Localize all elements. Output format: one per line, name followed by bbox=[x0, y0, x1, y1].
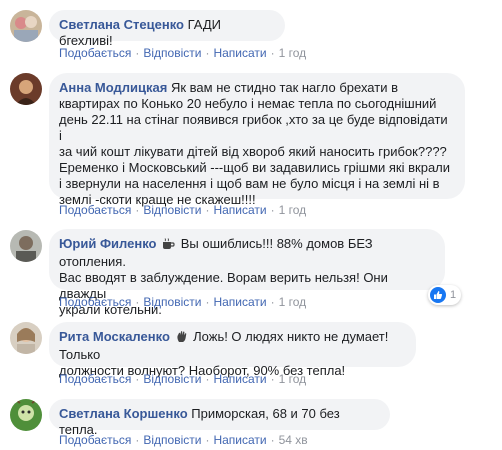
avatar-photo-icon bbox=[10, 73, 42, 105]
comment-author[interactable]: Рита Москаленко bbox=[59, 329, 170, 344]
comment-bubble: Анна Модлицкая Як вам не стидно так нагл… bbox=[49, 73, 465, 207]
like-link[interactable]: Подобається bbox=[59, 372, 131, 386]
avatar[interactable] bbox=[10, 73, 42, 105]
avatar-photo-icon bbox=[10, 230, 42, 262]
avatar-photo-icon bbox=[10, 399, 42, 431]
comment-time[interactable]: 1 год bbox=[279, 46, 307, 60]
avatar[interactable] bbox=[10, 10, 42, 42]
reaction-badge[interactable]: 1 bbox=[428, 285, 462, 305]
comment-time[interactable]: 1 год bbox=[279, 295, 307, 309]
avatar-photo-icon bbox=[10, 10, 42, 42]
comment-bubble: Юрий Филенко Вы ошиблись!!! 88% домов БЕ… bbox=[49, 229, 445, 317]
comment-author[interactable]: Юрий Филенко bbox=[59, 236, 156, 251]
reply-link[interactable]: Відповісти bbox=[143, 203, 201, 217]
coffee-cup-icon bbox=[162, 238, 175, 254]
like-link[interactable]: Подобається bbox=[59, 295, 131, 309]
reply-link[interactable]: Відповісти bbox=[143, 46, 201, 60]
reply-link[interactable]: Відповісти bbox=[143, 372, 201, 386]
comment-text-line: Як вам не стидно так нагло брехати в bbox=[167, 80, 398, 95]
like-link[interactable]: Подобається bbox=[59, 203, 131, 217]
avatar[interactable] bbox=[10, 230, 42, 262]
write-link[interactable]: Написати bbox=[213, 372, 266, 386]
comment-time[interactable]: 1 год bbox=[279, 372, 307, 386]
comment-author[interactable]: Анна Модлицкая bbox=[59, 80, 167, 95]
comment-actions: Подобається · Відповісти · Написати · 1 год bbox=[59, 203, 307, 217]
like-link[interactable]: Подобається bbox=[59, 46, 131, 60]
reaction-count: 1 bbox=[450, 289, 457, 301]
comment-bubble: Светлана Коршенко Приморская, 68 и 70 бе… bbox=[49, 399, 390, 437]
comment-time[interactable]: 54 хв bbox=[279, 433, 308, 447]
write-link[interactable]: Написати bbox=[213, 46, 266, 60]
comment-bubble: Светлана Стеценко ГАДИ бгехливі! bbox=[49, 10, 285, 48]
comment-text-line: квартирах по Конько 20 небуло і немає те… bbox=[59, 96, 437, 111]
comment-actions: Подобається · Відповісти · Написати · 1 год bbox=[59, 372, 307, 386]
comment-text-line: і звернули на населення і щоб вам не бул… bbox=[59, 176, 440, 191]
comment-bubble: Рита Москаленко Ложь! О людях никто не д… bbox=[49, 322, 416, 378]
avatar[interactable] bbox=[10, 322, 42, 354]
reply-link[interactable]: Відповісти bbox=[143, 433, 201, 447]
like-icon bbox=[430, 287, 446, 303]
comment-actions: Подобається · Відповісти · Написати · 1 год bbox=[59, 295, 307, 309]
comment-actions: Подобається · Відповісти · Написати · 1 год bbox=[59, 46, 307, 60]
comment-text-line: за чий кошт лікувати дітей від хвороб як… bbox=[59, 144, 447, 159]
write-link[interactable]: Написати bbox=[213, 433, 266, 447]
comment-text-line: Еременко і Московський ---щоб ви задавил… bbox=[59, 160, 451, 175]
waving-hand-icon bbox=[176, 330, 188, 347]
reply-link[interactable]: Відповісти bbox=[143, 295, 201, 309]
like-link[interactable]: Подобається bbox=[59, 433, 131, 447]
comment-author[interactable]: Светлана Коршенко bbox=[59, 406, 188, 421]
comment-time[interactable]: 1 год bbox=[279, 203, 307, 217]
avatar-photo-icon bbox=[10, 322, 42, 354]
comment-text-line: день 22.11 на стінаг появився грибок ,хт… bbox=[59, 112, 448, 143]
write-link[interactable]: Написати bbox=[213, 295, 266, 309]
comment-actions: Подобається · Відповісти · Написати · 54 хв bbox=[59, 433, 308, 447]
comment-author[interactable]: Светлана Стеценко bbox=[59, 17, 184, 32]
avatar[interactable] bbox=[10, 399, 42, 431]
write-link[interactable]: Написати bbox=[213, 203, 266, 217]
